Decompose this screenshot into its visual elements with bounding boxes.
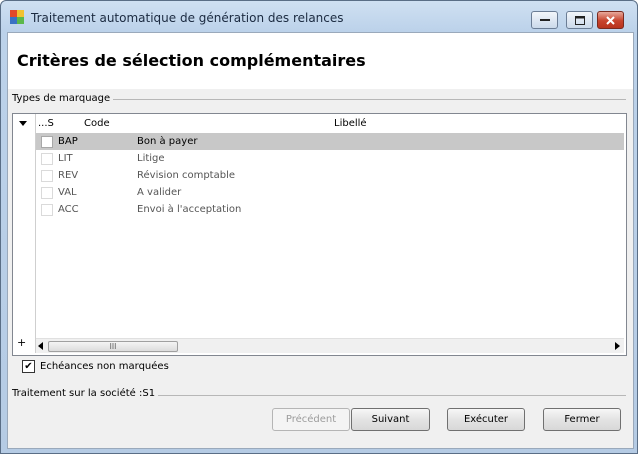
- minimize-button[interactable]: [531, 11, 558, 29]
- table-row[interactable]: BAP Bon à payer: [36, 133, 624, 150]
- close-button[interactable]: Fermer: [543, 408, 621, 431]
- header-band: Critères de sélection complémentaires: [8, 33, 633, 89]
- row-label: Litige: [137, 153, 165, 164]
- row-label: Bon à payer: [137, 136, 198, 147]
- add-row-icon[interactable]: +: [17, 336, 26, 349]
- app-icon: [10, 10, 24, 24]
- scroll-thumb[interactable]: lll: [48, 341, 178, 352]
- row-checkbox[interactable]: [41, 136, 53, 148]
- table-row[interactable]: LIT Litige: [36, 150, 624, 167]
- company-group-label: Traitement sur la société :S1: [12, 388, 159, 399]
- dropdown-arrow-icon[interactable]: [19, 121, 27, 126]
- execute-button[interactable]: Exécuter: [447, 408, 525, 431]
- row-label: A valider: [137, 187, 182, 198]
- row-code: VAL: [58, 187, 77, 198]
- column-label-header[interactable]: Libellé: [334, 118, 367, 129]
- dialog-content: Critères de sélection complémentaires Ty…: [7, 32, 634, 449]
- row-checkbox[interactable]: [41, 187, 53, 199]
- row-checkbox[interactable]: [41, 204, 53, 216]
- table-row[interactable]: REV Révision comptable: [36, 167, 624, 184]
- close-window-button[interactable]: [597, 11, 624, 29]
- row-checkbox[interactable]: [41, 153, 53, 165]
- window-title: Traitement automatique de génération des…: [31, 11, 344, 25]
- close-icon: [606, 15, 615, 25]
- row-code: BAP: [58, 136, 78, 147]
- row-code: LIT: [58, 153, 73, 164]
- previous-button[interactable]: Précédent: [272, 408, 350, 431]
- row-checkbox[interactable]: [41, 170, 53, 182]
- row-label: Révision comptable: [137, 170, 236, 181]
- unmarked-due-label[interactable]: Echéances non marquées: [40, 361, 169, 372]
- row-label: Envoi à l'acceptation: [137, 204, 242, 215]
- maximize-button[interactable]: [566, 11, 593, 29]
- marking-group-label: Types de marquage: [12, 93, 114, 104]
- marking-types-grid[interactable]: + ...S Code Libellé BAP Bon à payer LIT …: [12, 113, 627, 356]
- table-row[interactable]: ACC Envoi à l'acceptation: [36, 201, 624, 218]
- maximize-icon: [574, 15, 585, 25]
- column-select-header[interactable]: ...S: [38, 118, 54, 129]
- grid-row-selector: +: [13, 114, 36, 353]
- scroll-left-icon[interactable]: [38, 342, 43, 350]
- grid-header: ...S Code Libellé: [36, 116, 624, 132]
- scroll-right-icon[interactable]: [615, 342, 620, 350]
- row-code: REV: [58, 170, 79, 181]
- table-row[interactable]: VAL A valider: [36, 184, 624, 201]
- row-code: ACC: [58, 204, 79, 215]
- unmarked-due-checkbox[interactable]: ✔: [22, 360, 35, 373]
- minimize-icon: [539, 19, 550, 21]
- main-window: Traitement automatique de génération des…: [0, 0, 638, 454]
- title-bar[interactable]: Traitement automatique de génération des…: [1, 1, 637, 31]
- next-button[interactable]: Suivant: [351, 408, 430, 431]
- column-code-header[interactable]: Code: [84, 118, 110, 129]
- horizontal-scrollbar[interactable]: lll: [36, 338, 624, 353]
- page-title: Critères de sélection complémentaires: [17, 51, 366, 70]
